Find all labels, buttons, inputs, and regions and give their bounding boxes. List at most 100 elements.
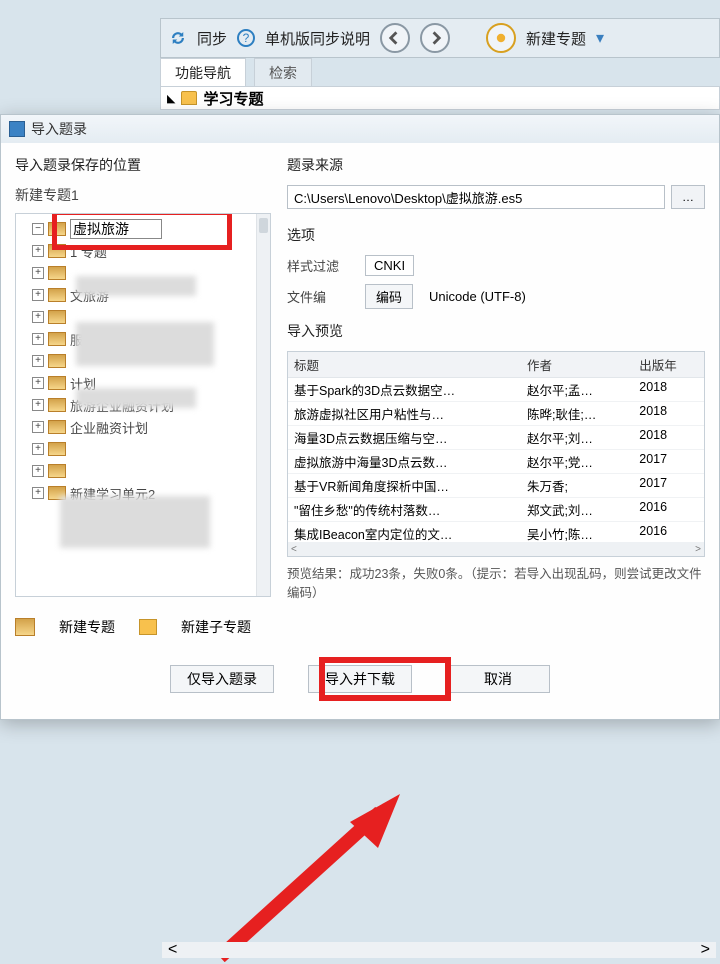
table-row[interactable]: 基于Spark的3D点云数据空…赵尔平;孟…2018 bbox=[288, 378, 704, 402]
expand-icon[interactable]: + bbox=[32, 443, 44, 455]
cell-year: 2018 bbox=[633, 378, 704, 401]
app-toolbar: 同步 ? 单机版同步说明 新建专题 ▾ bbox=[160, 18, 720, 58]
expand-icon[interactable]: + bbox=[32, 311, 44, 323]
expand-icon[interactable]: + bbox=[32, 267, 44, 279]
table-row[interactable]: 虚拟旅游中海量3D点云数…赵尔平;党…2017 bbox=[288, 450, 704, 474]
expand-icon[interactable]: + bbox=[32, 399, 44, 411]
expand-icon[interactable]: + bbox=[32, 421, 44, 433]
folder-pen-icon bbox=[48, 332, 66, 346]
new-sub-btn[interactable]: 新建子专题 bbox=[181, 617, 251, 637]
cell-title: 虚拟旅游中海量3D点云数… bbox=[288, 450, 521, 473]
cell-year: 2018 bbox=[633, 426, 704, 449]
tree-row-editing[interactable]: − bbox=[16, 218, 270, 240]
cell-year: 2018 bbox=[633, 402, 704, 425]
expand-icon[interactable]: + bbox=[32, 465, 44, 477]
cell-title: "留住乡愁"的传统村落数… bbox=[288, 498, 521, 521]
folder-pen-icon bbox=[48, 376, 66, 390]
table-row[interactable]: 基于VR新闻角度探析中国…朱万香;2017 bbox=[288, 474, 704, 498]
source-path-input[interactable] bbox=[287, 185, 665, 209]
dropdown-icon[interactable]: ▾ bbox=[596, 28, 604, 48]
expand-icon[interactable]: + bbox=[32, 355, 44, 367]
folder-pen-icon bbox=[48, 288, 66, 302]
folder-pen-icon bbox=[48, 442, 66, 456]
dialog-title: 导入题录 bbox=[31, 119, 87, 139]
help-icon[interactable]: ? bbox=[237, 29, 255, 47]
nav-fwd-button[interactable] bbox=[420, 23, 450, 53]
sync-label[interactable]: 同步 bbox=[197, 28, 227, 49]
cell-title: 旅游虚拟社区用户粘性与… bbox=[288, 402, 521, 425]
browse-button[interactable]: … bbox=[671, 185, 705, 209]
folder-pen-icon bbox=[48, 464, 66, 478]
folder-icon bbox=[181, 91, 197, 105]
preview-result: 预览结果：成功23条，失败0条。（提示：若导入出现乱码，则尝试更改文件编码） bbox=[287, 565, 705, 603]
newtopic-icon[interactable] bbox=[486, 23, 516, 53]
table-header: 标题 作者 出版年 bbox=[288, 352, 704, 378]
import-only-button[interactable]: 仅导入题录 bbox=[170, 665, 274, 693]
import-download-button[interactable]: 导入并下载 bbox=[308, 665, 412, 693]
cell-year: 2016 bbox=[633, 498, 704, 521]
folder-pen-icon bbox=[48, 266, 66, 280]
tree-row[interactable]: + bbox=[16, 438, 270, 460]
tree-row[interactable]: + bbox=[16, 460, 270, 482]
cell-author: 赵尔平;党… bbox=[521, 450, 633, 473]
save-pos-label: 导入题录保存的位置 bbox=[15, 155, 271, 175]
sync-desc[interactable]: 单机版同步说明 bbox=[265, 28, 370, 49]
bg-tabs: 功能导航 检索 bbox=[160, 58, 312, 87]
new-sub-icon bbox=[139, 619, 157, 635]
import-dialog: 导入题录 导入题录保存的位置 新建专题1 − +1 专题++文旅游++服务++计… bbox=[0, 114, 720, 720]
cell-author: 陈晔;耿佳;… bbox=[521, 402, 633, 425]
tree-collapse-icon[interactable]: ◣ bbox=[167, 92, 175, 105]
style-filter-select[interactable]: CNKI bbox=[365, 255, 414, 276]
expand-icon[interactable]: + bbox=[32, 333, 44, 345]
folder-pen-icon bbox=[48, 310, 66, 324]
expand-icon[interactable]: + bbox=[32, 377, 44, 389]
source-label: 题录来源 bbox=[287, 155, 705, 175]
window-hscroll[interactable]: <> bbox=[162, 942, 716, 958]
table-row[interactable]: 旅游虚拟社区用户粘性与…陈晔;耿佳;…2018 bbox=[288, 402, 704, 426]
cancel-button[interactable]: 取消 bbox=[446, 665, 550, 693]
new-topic-btn[interactable]: 新建专题 bbox=[59, 617, 115, 637]
tree-row-label: 企业融资计划 bbox=[70, 418, 148, 437]
encoding-value: Unicode (UTF-8) bbox=[429, 289, 526, 304]
tree-row-label: 1 专题 bbox=[70, 242, 107, 261]
right-panel: 题录来源 … 选项 样式过滤 CNKI 文件编 编码 Unicode (UTF-… bbox=[287, 155, 705, 637]
encoding-label: 文件编 bbox=[287, 287, 349, 306]
bg-tree-root[interactable]: ◣ 学习专题 bbox=[160, 86, 720, 110]
expand-icon[interactable]: + bbox=[32, 245, 44, 257]
cell-year: 2017 bbox=[633, 450, 704, 473]
folder-pen-icon bbox=[48, 222, 66, 236]
tree-row[interactable]: +1 专题 bbox=[16, 240, 270, 262]
options-label: 选项 bbox=[287, 225, 705, 245]
expand-icon[interactable]: + bbox=[32, 289, 44, 301]
table-row[interactable]: 海量3D点云数据压缩与空…赵尔平;刘…2018 bbox=[288, 426, 704, 450]
preview-table[interactable]: 标题 作者 出版年 基于Spark的3D点云数据空…赵尔平;孟…2018旅游虚拟… bbox=[287, 351, 705, 557]
cell-author: 郑文武;刘… bbox=[521, 498, 633, 521]
nav-back-button[interactable] bbox=[380, 23, 410, 53]
folder-pen-icon bbox=[48, 354, 66, 368]
expand-icon[interactable]: + bbox=[32, 487, 44, 499]
cell-author: 赵尔平;孟… bbox=[521, 378, 633, 401]
cell-author: 赵尔平;刘… bbox=[521, 426, 633, 449]
table-hscroll[interactable]: <> bbox=[288, 542, 704, 556]
tab-search[interactable]: 检索 bbox=[254, 58, 312, 87]
new-topic-icon bbox=[15, 618, 35, 636]
cell-title: 基于Spark的3D点云数据空… bbox=[288, 378, 521, 401]
tree-row[interactable]: + 企业融资计划 bbox=[16, 416, 270, 438]
tab-nav[interactable]: 功能导航 bbox=[160, 58, 246, 87]
dialog-buttons: 仅导入题录 导入并下载 取消 bbox=[1, 647, 719, 719]
folder-name-input[interactable] bbox=[70, 219, 162, 239]
left-panel: 导入题录保存的位置 新建专题1 − +1 专题++文旅游++服务++计划+旅游企… bbox=[15, 155, 271, 637]
dialog-icon bbox=[9, 121, 25, 137]
style-filter-label: 样式过滤 bbox=[287, 256, 349, 275]
col-title: 标题 bbox=[288, 352, 521, 377]
table-row[interactable]: "留住乡愁"的传统村落数…郑文武;刘…2016 bbox=[288, 498, 704, 522]
cell-author: 朱万香; bbox=[521, 474, 633, 497]
encoding-button[interactable]: 编码 bbox=[365, 284, 413, 309]
preview-label: 导入预览 bbox=[287, 321, 705, 341]
dialog-titlebar: 导入题录 bbox=[1, 115, 719, 143]
newtopic-label[interactable]: 新建专题 bbox=[526, 28, 586, 49]
tree-scrollbar[interactable] bbox=[256, 214, 270, 596]
expand-icon[interactable]: − bbox=[32, 223, 44, 235]
cell-year: 2017 bbox=[633, 474, 704, 497]
folder-tree[interactable]: − +1 专题++文旅游++服务++计划+旅游企业融资计划+企业融资计划+++新… bbox=[15, 213, 271, 597]
